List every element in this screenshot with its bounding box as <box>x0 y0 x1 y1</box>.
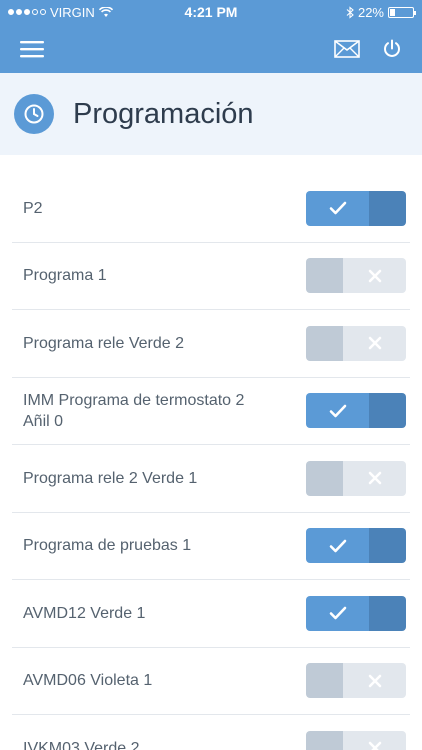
nav-actions <box>334 39 402 59</box>
program-label: Programa rele 2 Verde 1 <box>23 469 198 487</box>
bluetooth-icon <box>346 5 354 19</box>
program-toggle[interactable] <box>306 595 406 631</box>
program-label: IMM Programa de termostato 2 Añil 0 <box>23 391 245 430</box>
program-row: Programa rele Verde 2 <box>12 310 410 378</box>
program-toggle[interactable] <box>306 393 406 429</box>
status-left: VIRGIN <box>8 5 113 20</box>
toggle-segment-right <box>369 528 406 564</box>
signal-dots-icon <box>8 9 46 15</box>
x-icon <box>368 269 381 283</box>
battery-icon <box>388 6 416 18</box>
wifi-icon <box>98 6 113 17</box>
program-label: IVKM03 Verde 2 <box>23 739 140 750</box>
toggle-segment-left <box>306 528 369 564</box>
clock-icon <box>24 104 44 124</box>
page-header: Programación <box>0 73 422 155</box>
program-row: IMM Programa de termostato 2 Añil 0 <box>12 378 410 445</box>
toggle-segment-left <box>306 258 343 294</box>
program-toggle[interactable] <box>306 190 406 226</box>
toggle-segment-left <box>306 325 343 361</box>
program-row: Programa rele 2 Verde 1 <box>12 445 410 513</box>
program-label: Programa 1 <box>23 267 107 285</box>
toggle-segment-right <box>343 730 406 750</box>
x-icon <box>368 336 381 350</box>
toggle-segment-right <box>343 663 406 699</box>
toggle-segment-left <box>306 595 369 631</box>
program-row: P2 <box>12 175 410 243</box>
toggle-segment-right <box>343 325 406 361</box>
menu-button[interactable] <box>20 40 44 58</box>
check-icon <box>329 606 346 620</box>
x-icon <box>368 741 381 750</box>
toggle-segment-left <box>306 730 343 750</box>
toggle-segment-right <box>369 393 406 429</box>
program-list: P2 Programa 1 Programa rele Verde 2 IMM … <box>0 155 422 750</box>
power-button[interactable] <box>382 39 402 59</box>
battery-fill <box>390 8 395 16</box>
program-row: AVMD06 Violeta 1 <box>12 648 410 715</box>
power-icon <box>384 39 400 57</box>
mail-icon <box>334 39 360 58</box>
toggle-segment-right <box>369 595 406 631</box>
program-label: Programa rele Verde 2 <box>23 334 184 352</box>
program-label: AVMD06 Violeta 1 <box>23 672 153 690</box>
toggle-segment-left <box>306 393 369 429</box>
battery-percent: 22% <box>357 4 384 20</box>
program-row: Programa 1 <box>12 243 410 310</box>
program-toggle[interactable] <box>306 663 406 699</box>
toggle-segment-right <box>343 258 406 294</box>
page-title: Programación <box>73 97 254 130</box>
toggle-segment-right <box>369 190 406 226</box>
program-toggle[interactable] <box>306 528 406 564</box>
toggle-segment-left <box>306 663 343 699</box>
nav-bar <box>0 24 422 73</box>
program-toggle[interactable] <box>306 460 406 496</box>
program-label: P2 <box>23 199 43 217</box>
program-row: IVKM03 Verde 2 <box>12 715 410 750</box>
program-toggle[interactable] <box>306 258 406 294</box>
hamburger-menu-icon <box>20 40 44 57</box>
program-row: Programa de pruebas 1 <box>12 513 410 580</box>
x-icon <box>368 674 381 688</box>
carrier-name: VIRGIN <box>50 4 95 20</box>
program-toggle[interactable] <box>306 730 406 750</box>
status-right: 22% <box>346 4 416 20</box>
mail-button[interactable] <box>334 39 360 58</box>
status-bar: VIRGIN 4:21 PM 22% <box>0 0 422 24</box>
program-toggle[interactable] <box>306 325 406 361</box>
check-icon <box>329 201 346 215</box>
program-label: Programa de pruebas 1 <box>23 537 192 555</box>
toggle-segment-left <box>306 460 343 496</box>
program-row: AVMD12 Verde 1 <box>12 580 410 648</box>
toggle-segment-right <box>343 460 406 496</box>
toggle-segment-left <box>306 190 369 226</box>
clock-badge <box>14 94 54 134</box>
check-icon <box>329 404 346 418</box>
check-icon <box>329 539 346 553</box>
program-label: AVMD12 Verde 1 <box>23 604 146 622</box>
x-icon <box>368 471 381 485</box>
